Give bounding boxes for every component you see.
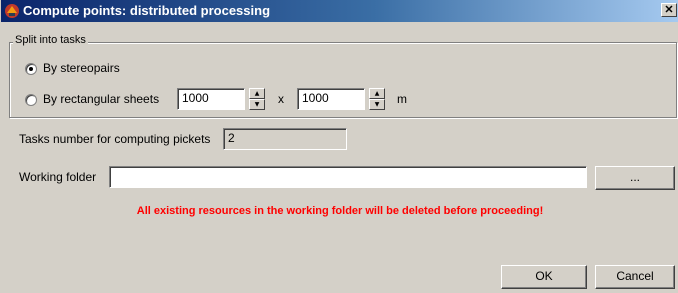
sheet-height-input[interactable]: 1000 bbox=[297, 88, 365, 110]
spin-up-icon[interactable]: ▲ bbox=[249, 88, 265, 99]
sheet-height-spinner[interactable]: ▲ ▼ bbox=[369, 88, 385, 110]
spin-down-icon[interactable]: ▼ bbox=[249, 99, 265, 110]
window-title: Compute points: distributed processing bbox=[23, 3, 271, 18]
close-button[interactable]: ✕ bbox=[661, 3, 677, 17]
app-logo-icon bbox=[5, 4, 19, 18]
browse-folder-button[interactable]: ... bbox=[595, 166, 675, 190]
sheet-width-input[interactable]: 1000 bbox=[177, 88, 245, 110]
tasks-number-label: Tasks number for computing pickets bbox=[19, 132, 211, 146]
spin-up-icon[interactable]: ▲ bbox=[369, 88, 385, 99]
close-icon: ✕ bbox=[664, 4, 674, 16]
sheet-width-spinner[interactable]: ▲ ▼ bbox=[249, 88, 265, 110]
cancel-button[interactable]: Cancel bbox=[595, 265, 675, 289]
ok-button[interactable]: OK bbox=[501, 265, 587, 289]
split-group-legend: Split into tasks bbox=[13, 34, 88, 46]
unit-label: m bbox=[397, 92, 407, 106]
working-folder-label: Working folder bbox=[19, 170, 97, 184]
working-folder-input[interactable] bbox=[109, 166, 587, 188]
by-rectangular-sheets-label[interactable]: By rectangular sheets bbox=[43, 92, 159, 106]
spin-down-icon[interactable]: ▼ bbox=[369, 99, 385, 110]
times-label: x bbox=[278, 92, 284, 106]
warning-message: All existing resources in the working fo… bbox=[136, 205, 544, 217]
tasks-number-field: 2 bbox=[223, 128, 347, 150]
radio-by-rectangular-sheets[interactable] bbox=[25, 94, 37, 106]
dialog-window: Compute points: distributed processing ✕… bbox=[0, 0, 678, 293]
radio-by-stereopairs[interactable] bbox=[25, 63, 37, 75]
title-bar[interactable]: Compute points: distributed processing ✕ bbox=[1, 0, 678, 22]
by-stereopairs-label[interactable]: By stereopairs bbox=[43, 61, 120, 75]
